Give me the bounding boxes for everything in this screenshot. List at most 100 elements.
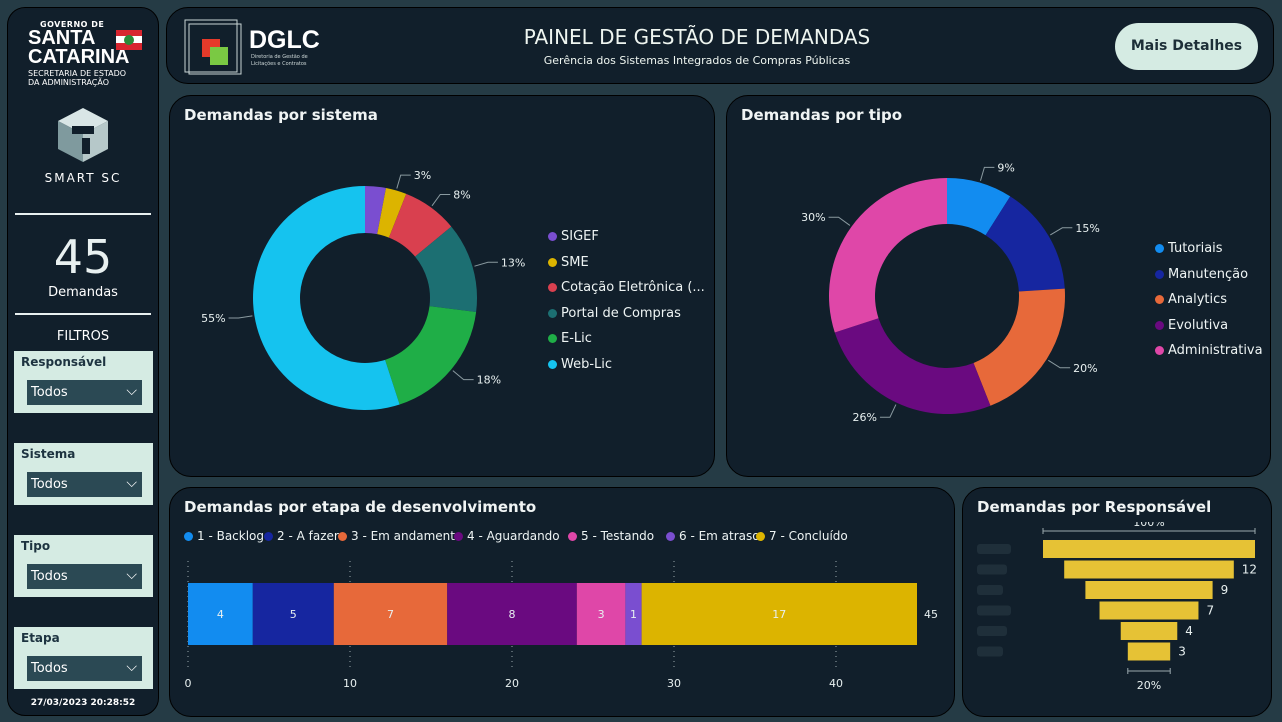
data-label: 55%: [201, 312, 225, 325]
legend-item[interactable]: Cotação Eletrônica (...: [548, 280, 705, 295]
etapa-dropdown[interactable]: Todos ⌵: [27, 656, 142, 681]
funnel-bar[interactable]: [1064, 560, 1234, 579]
tick-label: 0: [185, 677, 192, 690]
data-label: 9%: [997, 161, 1014, 174]
card-demandas-responsavel: Demandas por Responsável 100% 12 9 7 4 3 20%: [962, 487, 1272, 717]
leader-line: [1050, 227, 1073, 236]
leader-line: [1048, 359, 1071, 369]
sistema-dropdown[interactable]: Todos ⌵: [27, 472, 142, 497]
data-label: 20%: [1073, 362, 1097, 375]
donut-slice[interactable]: [973, 288, 1065, 406]
tick-label: 40: [829, 677, 843, 690]
donut-slice[interactable]: [829, 178, 947, 333]
responsavel-dropdown[interactable]: Todos ⌵: [27, 380, 142, 405]
tipo-dropdown[interactable]: Todos ⌵: [27, 564, 142, 589]
leader-line: [879, 404, 897, 418]
legend-label: 4 - Aguardando: [467, 529, 560, 543]
legend-item[interactable]: 4 - Aguardando: [454, 529, 560, 543]
stacked-bar-chart: 0 10 20 30 404 5 7 8 3 1 17 45: [185, 561, 938, 690]
legend-dot-icon: [338, 531, 347, 541]
data-label: 5: [290, 608, 297, 621]
tick-label: 10: [343, 677, 357, 690]
data-label: 1: [630, 608, 637, 621]
legend-label: Administrativa: [1168, 343, 1263, 358]
blurred-name: [977, 646, 1003, 657]
legend-item[interactable]: Tutoriais: [1155, 241, 1223, 256]
legend-item[interactable]: 2 - A fazer: [264, 529, 339, 543]
chevron-down-icon: ⌵: [126, 567, 137, 583]
legend-dot-icon: [454, 531, 463, 541]
donut-slice[interactable]: [385, 306, 477, 405]
gov-line5: DA ADMINISTRAÇÃO: [28, 78, 110, 87]
legend-item[interactable]: Manutenção: [1155, 267, 1248, 282]
data-label: 4: [217, 608, 224, 621]
filter-label: Responsável: [21, 355, 107, 369]
data-label: 26%: [852, 411, 876, 424]
legend-item[interactable]: SIGEF: [548, 229, 599, 244]
flag-icon: [116, 30, 142, 50]
mais-detalhes-button[interactable]: Mais Detalhes: [1115, 23, 1258, 70]
filter-etapa: Etapa Todos ⌵: [14, 627, 153, 689]
legend-label: Evolutiva: [1168, 317, 1229, 333]
chart-title: Demandas por etapa de desenvolvimento: [184, 498, 537, 516]
legend-item[interactable]: Web-Lic: [548, 357, 612, 372]
data-label: 4: [1185, 624, 1193, 638]
legend-item[interactable]: 7 - Concluído: [756, 529, 848, 543]
legend-label: 2 - A fazer: [277, 529, 339, 543]
legend-dot-icon: [264, 531, 273, 541]
sidebar: GOVERNO DE SANTA CATARINA SECRETARIA DE …: [7, 7, 159, 716]
data-label: 8: [509, 608, 516, 621]
data-label: 13%: [501, 256, 525, 269]
data-label: 3: [598, 608, 605, 621]
tick-label: 20: [505, 677, 519, 690]
legend-dot-icon: [666, 531, 675, 541]
funnel-bar[interactable]: [1043, 540, 1255, 558]
legend-item[interactable]: Portal de Compras: [548, 306, 681, 321]
legend-item[interactable]: 3 - Em andamento: [338, 529, 462, 543]
legend-item[interactable]: 1 - Backlog: [184, 529, 264, 543]
legend-item[interactable]: Evolutiva: [1155, 318, 1228, 333]
logo-text: DGLC: [249, 26, 320, 54]
filter-label: Etapa: [21, 631, 60, 645]
legend-dot-icon: [548, 359, 557, 369]
legend-item[interactable]: SME: [548, 255, 589, 270]
legend-dot-icon: [1155, 244, 1164, 253]
funnel-bar[interactable]: [1099, 601, 1199, 620]
legend-label: 6 - Em atraso: [679, 529, 760, 543]
data-label: 7: [1206, 604, 1214, 618]
legend-label: 7 - Concluído: [769, 529, 848, 543]
filter-responsavel: Responsável Todos ⌵: [14, 351, 153, 413]
data-label: 30%: [801, 211, 825, 224]
donut-slice[interactable]: [834, 318, 991, 414]
legend-label: 1 - Backlog: [197, 529, 265, 543]
funnel-bracket: [1127, 668, 1171, 674]
blurred-name: [977, 544, 1011, 554]
blurred-name: [977, 585, 1003, 595]
legend-item[interactable]: 5 - Testando: [568, 529, 654, 543]
legend-dot-icon: [548, 334, 557, 343]
blurred-name: [977, 626, 1007, 636]
legend-item[interactable]: Analytics: [1155, 292, 1227, 307]
filter-tipo: Tipo Todos ⌵: [14, 535, 153, 597]
legend-dot-icon: [1155, 269, 1164, 279]
legend-label: 5 - Testando: [581, 529, 655, 543]
legend-item[interactable]: 6 - Em atraso: [666, 529, 760, 543]
funnel-bar[interactable]: [1120, 622, 1178, 640]
leader-line: [452, 370, 474, 381]
filter-label: Tipo: [21, 539, 51, 553]
legend-item[interactable]: Administrativa: [1155, 343, 1263, 358]
legend-dot-icon: [548, 232, 557, 241]
data-label: 17: [772, 608, 786, 621]
funnel-bar[interactable]: [1127, 642, 1171, 661]
funnel-bar[interactable]: [1085, 581, 1213, 599]
legend-dot-icon: [1155, 346, 1164, 355]
funnel-bottom-pct: 20%: [1137, 679, 1161, 692]
blurred-name: [977, 564, 1007, 575]
smart-sc-label: SMART SC: [44, 171, 122, 185]
legend-label: SIGEF: [561, 229, 599, 244]
legend-item[interactable]: E-Lic: [548, 331, 592, 346]
chart-title: Demandas por sistema: [184, 106, 378, 124]
donut-chart-tipo: 9% 15% 20% 26% 30%: [801, 161, 1100, 424]
legend-label: Tutoriais: [1168, 241, 1223, 256]
data-label: 15%: [1075, 222, 1099, 235]
